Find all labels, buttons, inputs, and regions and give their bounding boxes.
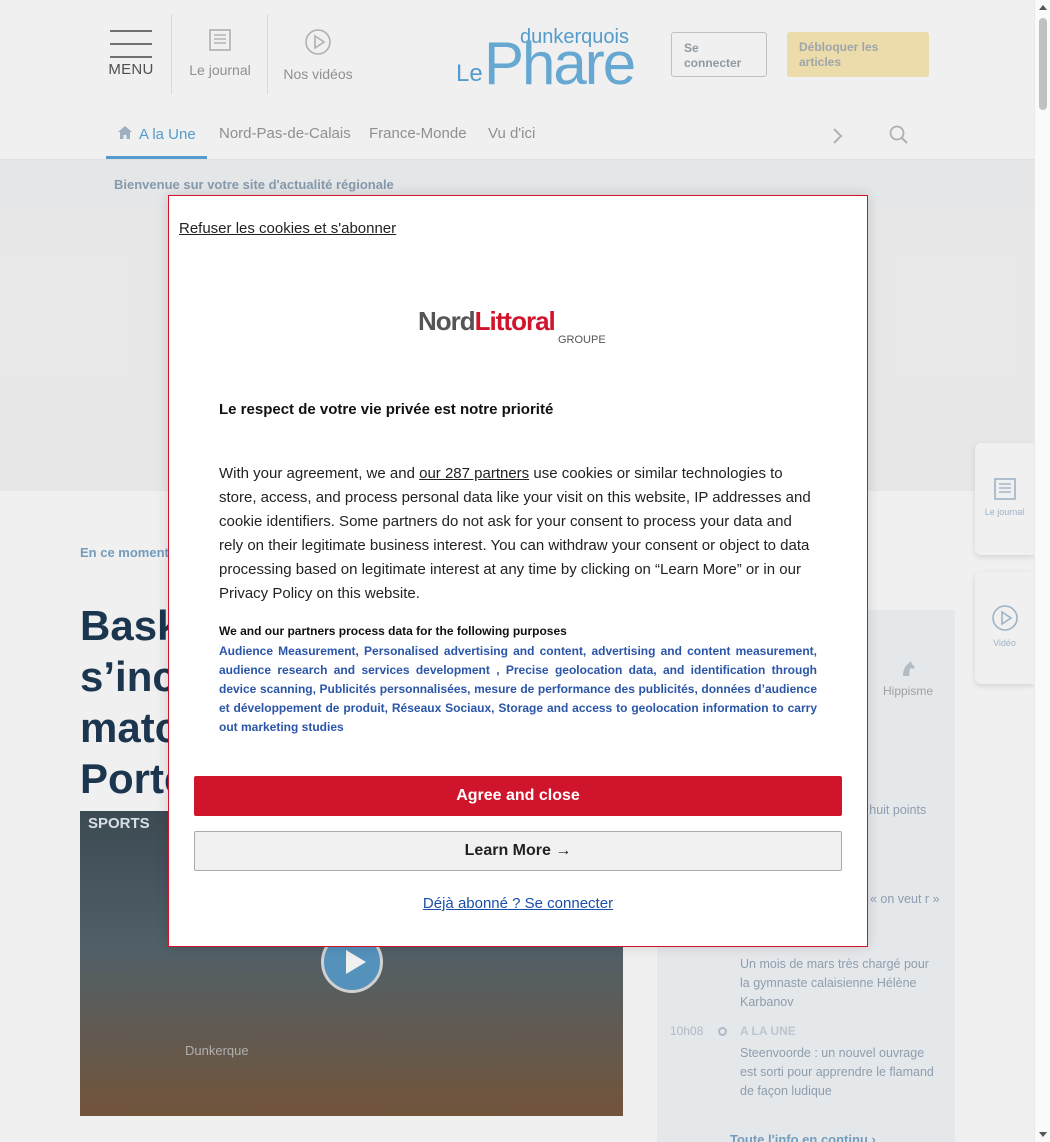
learn-more-button[interactable]: Learn More →: [194, 831, 842, 871]
logo-nord: Nord: [418, 306, 476, 336]
logo-littoral: Littoral: [474, 306, 556, 336]
cookie-consent-dialog: Refuser les cookies et s'abonner NordLit…: [168, 195, 868, 947]
body-text-end: use cookies or similar technologies to s…: [219, 465, 811, 602]
scroll-thumb[interactable]: [1039, 18, 1047, 110]
scroll-up-arrow-icon[interactable]: [1039, 5, 1047, 10]
scrollbar[interactable]: [1034, 0, 1050, 1142]
already-subscribed-link[interactable]: Déjà abonné ? Se connecter: [169, 895, 867, 912]
refuse-cookies-link[interactable]: Refuser les cookies et s'abonner: [179, 220, 396, 237]
partners-link[interactable]: our 287 partners: [419, 465, 529, 482]
consent-title: Le respect de votre vie privée est notre…: [219, 401, 554, 418]
nordlittoral-logo: NordLittoral GROUPE: [418, 306, 618, 348]
scroll-down-arrow-icon[interactable]: [1039, 1132, 1047, 1137]
page: MENU Le journal Nos vidéos dunkerquois L…: [0, 0, 1050, 1142]
consent-body: With your agreement, we and our 287 part…: [219, 462, 819, 606]
purposes-list[interactable]: Audience Measurement, Personalised adver…: [219, 642, 817, 737]
logo-groupe: GROUPE: [558, 334, 606, 346]
purposes-title: We and our partners process data for the…: [219, 624, 567, 638]
body-text-start: With your agreement, we and: [219, 465, 420, 482]
agree-and-close-button[interactable]: Agree and close: [194, 776, 842, 816]
